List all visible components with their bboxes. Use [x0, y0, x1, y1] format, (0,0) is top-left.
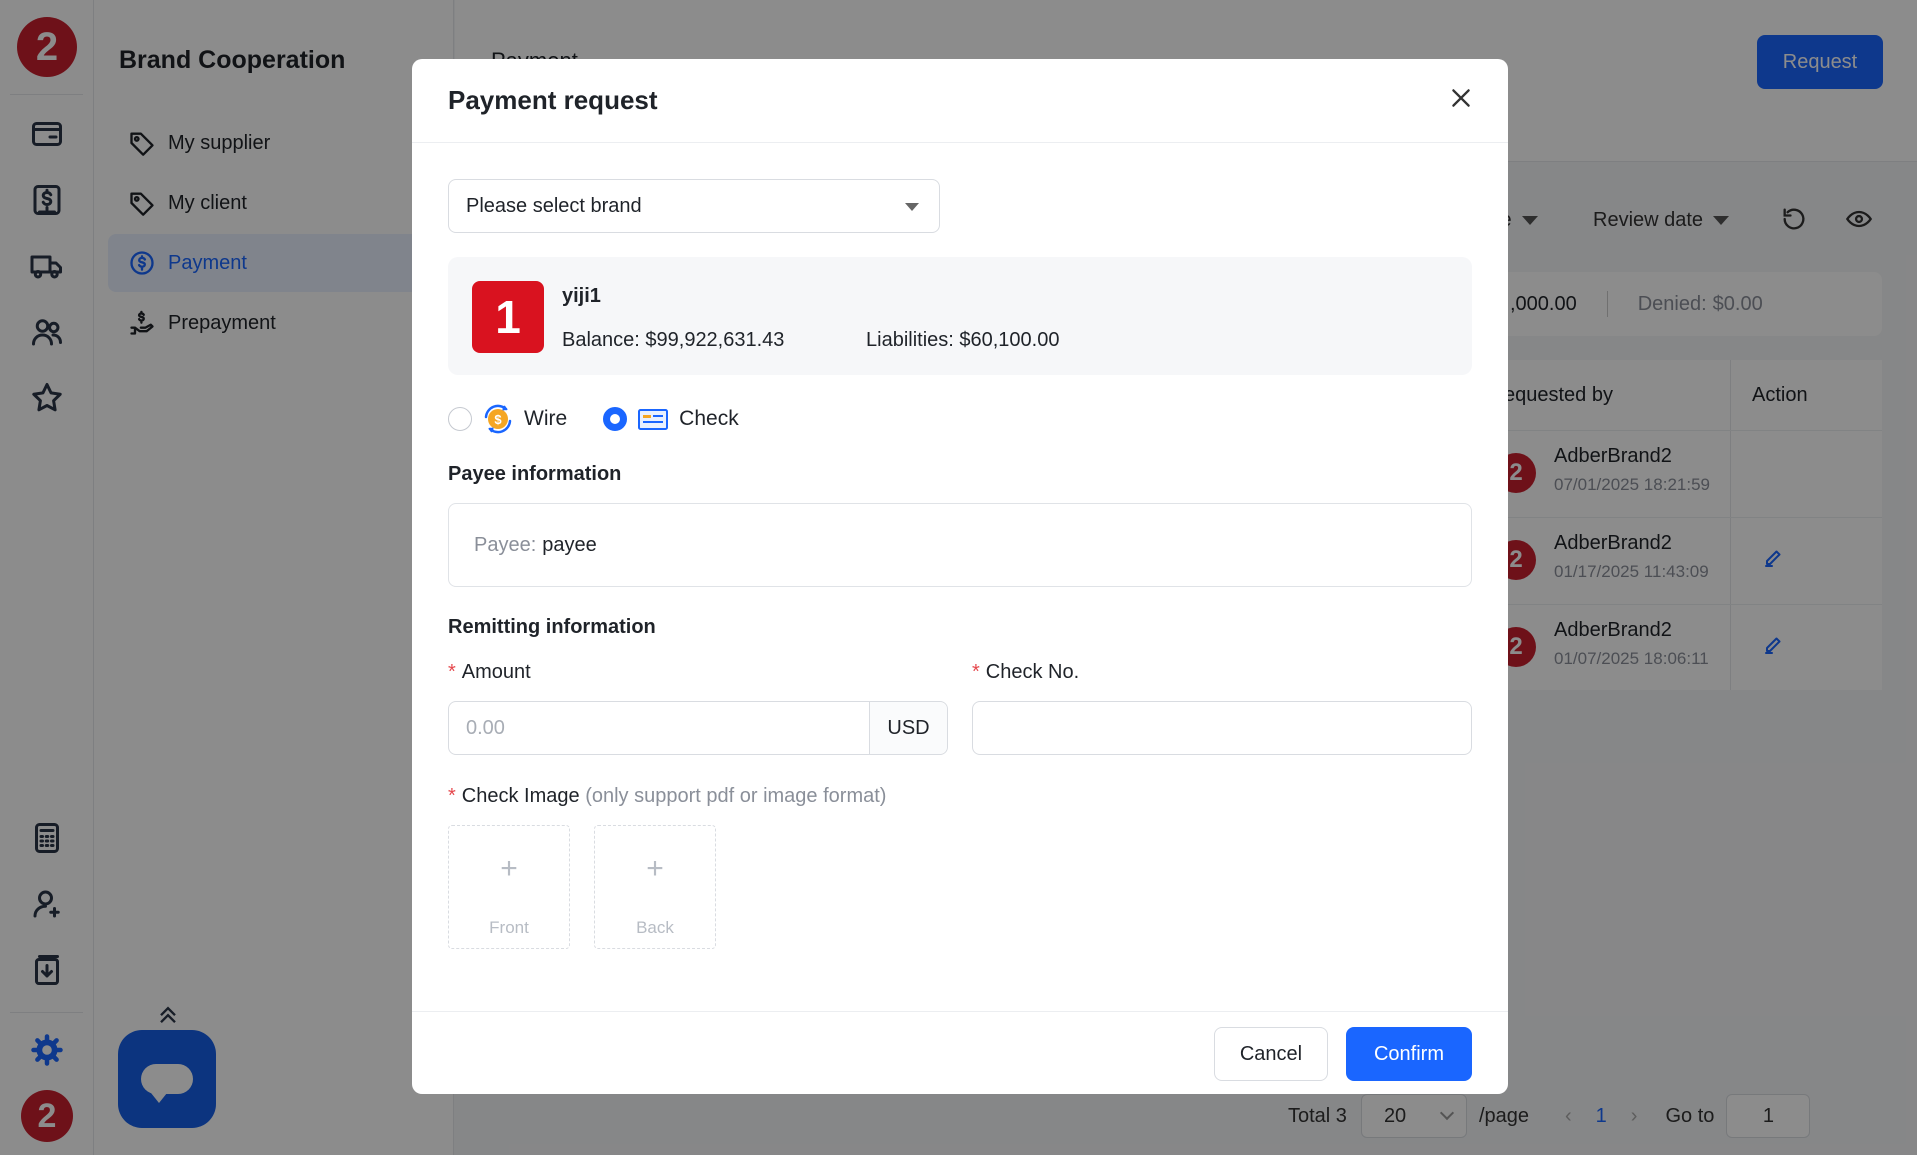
brand-select-placeholder: Please select brand: [466, 194, 642, 217]
payee-section-title: Payee information: [448, 463, 622, 485]
dialog-header: Payment request: [412, 59, 1508, 143]
check-image-hint: (only support pdf or image format): [585, 785, 887, 807]
plus-icon: +: [646, 852, 664, 885]
caret-down-icon: [905, 203, 919, 211]
amount-field: USD: [448, 701, 948, 755]
check-image-label: * Check Image (only support pdf or image …: [448, 785, 886, 808]
currency-suffix: USD: [869, 702, 947, 754]
amount-label: * Amount: [448, 661, 531, 684]
upload-front-caption: Front: [489, 918, 529, 937]
dialog-footer: Cancel Confirm: [412, 1011, 1508, 1094]
brand-logo: 1: [472, 281, 544, 353]
close-icon[interactable]: [1448, 85, 1478, 115]
check-label[interactable]: Check: [679, 407, 739, 431]
cancel-button[interactable]: Cancel: [1214, 1027, 1328, 1081]
check-radio[interactable]: [603, 407, 628, 431]
check-no-label: * Check No.: [972, 661, 1079, 684]
required-mark: *: [972, 661, 980, 683]
required-mark: *: [448, 785, 456, 807]
amount-label-text: Amount: [461, 661, 531, 683]
check-no-input[interactable]: [972, 701, 1472, 755]
svg-text:$: $: [494, 412, 502, 427]
upload-back[interactable]: + Back: [594, 825, 716, 949]
check-no-label-text: Check No.: [985, 661, 1080, 683]
wire-transfer-icon: $: [482, 403, 514, 435]
upload-front[interactable]: + Front: [448, 825, 570, 949]
required-mark: *: [448, 661, 456, 683]
confirm-button[interactable]: Confirm: [1346, 1027, 1472, 1081]
payment-request-dialog: Payment request Please select brand 1 yi…: [412, 59, 1508, 1094]
brand-name: yiji1: [562, 285, 601, 307]
amount-input[interactable]: [449, 702, 869, 754]
check-card-icon: [637, 403, 669, 435]
brand-balance: Balance: $99,922,631.43: [562, 329, 785, 351]
brand-select[interactable]: Please select brand: [448, 179, 940, 233]
brand-liabilities: Liabilities: $60,100.00: [866, 329, 1060, 351]
payee-info-box: Payee: payee: [448, 503, 1472, 587]
wire-label[interactable]: Wire: [524, 407, 567, 431]
plus-icon: +: [500, 852, 518, 885]
payee-value: payee: [542, 533, 597, 556]
brand-card: 1 yiji1 Balance: $99,922,631.43 Liabilit…: [448, 257, 1472, 375]
payment-method-group: $ Wire Check: [448, 403, 739, 435]
wire-radio[interactable]: [448, 407, 472, 431]
upload-back-caption: Back: [636, 918, 674, 937]
payee-key: Payee:: [474, 533, 537, 556]
check-image-label-text: Check Image: [461, 785, 580, 807]
remitting-section-title: Remitting information: [448, 616, 656, 638]
dialog-title: Payment request: [448, 85, 658, 115]
